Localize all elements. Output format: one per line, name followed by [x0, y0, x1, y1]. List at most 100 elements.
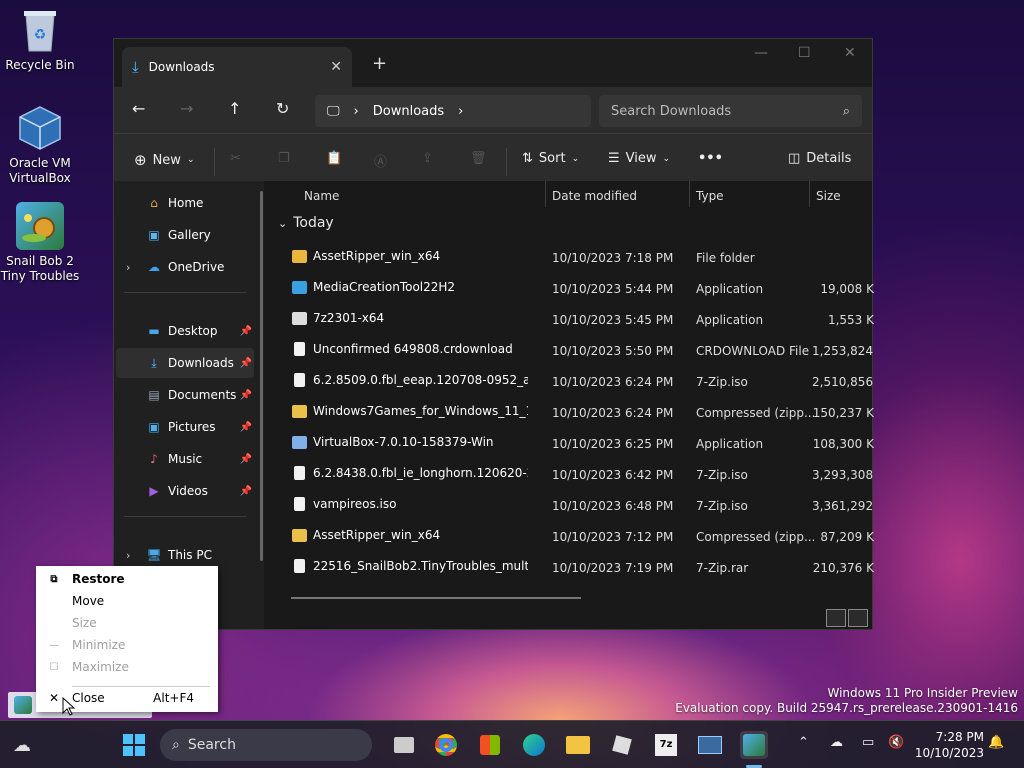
menu-item-restore[interactable]: ⧉ Restore — [36, 568, 218, 590]
desktop-icon-virtualbox[interactable]: Oracle VM VirtualBox — [0, 104, 80, 186]
edge-button[interactable] — [520, 731, 548, 759]
nav-item-documents[interactable]: ▤ Documents 📌 — [116, 380, 254, 410]
file-explorer-button[interactable] — [564, 731, 592, 759]
notification-bell-icon[interactable]: 🔔 — [988, 735, 1004, 750]
nav-item-home[interactable]: ⌂ Home — [116, 188, 254, 218]
task-view-button[interactable] — [390, 731, 418, 759]
title-bar[interactable]: ⤓ Downloads ✕ + — ☐ ✕ — [114, 39, 872, 87]
pin-icon[interactable]: 📌 — [240, 422, 252, 433]
close-tab-icon[interactable]: ✕ — [330, 59, 342, 75]
chevron-right-icon[interactable]: › — [354, 104, 359, 119]
chrome-button[interactable] — [432, 731, 460, 759]
breadcrumb-downloads[interactable]: Downloads — [373, 104, 444, 119]
nav-scrollbar[interactable] — [260, 191, 263, 561]
table-row[interactable]: 6.2.8509.0.fbl_eeap.120708-0952_armfre_c… — [272, 367, 874, 398]
menu-item-maximize[interactable]: ☐ Maximize — [36, 656, 218, 678]
menu-item-minimize[interactable]: — Minimize — [36, 634, 218, 656]
network-icon[interactable]: ▭ — [862, 735, 874, 750]
nav-item-desktop[interactable]: ▬ Desktop 📌 — [116, 316, 254, 346]
pin-icon[interactable]: 📌 — [240, 454, 252, 465]
table-row[interactable]: Windows7Games_for_Windows_11_10_8 10/10/2… — [272, 398, 874, 429]
snail-bob-taskbar-button[interactable] — [740, 731, 768, 759]
table-row[interactable]: AssetRipper_win_x64 10/10/2023 7:12 PM Com… — [272, 522, 874, 553]
pin-icon[interactable]: 📌 — [240, 326, 252, 337]
menu-label: Move — [72, 594, 105, 608]
sort-button[interactable]: ⇅ Sort ⌄ — [522, 151, 579, 166]
tiles-view-icon[interactable] — [848, 609, 868, 627]
nav-item-videos[interactable]: ▶ Videos 📌 — [116, 476, 254, 506]
file-explorer-window[interactable]: ⤓ Downloads ✕ + — ☐ ✕ ← → ↑ ↻ 🖵 › Downlo… — [113, 38, 874, 630]
table-row[interactable]: 6.2.8438.0.fbl_ie_longhorn.120620-2000_a… — [272, 460, 874, 491]
clock[interactable]: 7:28 PM 10/10/2023 — [915, 729, 984, 761]
nav-item-pictures[interactable]: ▣ Pictures 📌 — [116, 412, 254, 442]
paste-button[interactable]: 📋 — [326, 151, 342, 166]
breadcrumb[interactable]: 🖵 › Downloads › — [315, 95, 591, 127]
desktop-icon-recycle-bin[interactable]: ♻ Recycle Bin — [0, 6, 80, 73]
menu-item-size[interactable]: Size — [36, 612, 218, 634]
start-button[interactable] — [120, 731, 148, 759]
column-header-name[interactable]: Name — [304, 181, 339, 211]
table-row[interactable]: AssetRipper_win_x64 10/10/2023 7:18 PM Fil… — [272, 243, 872, 274]
pin-icon[interactable]: 📌 — [240, 358, 252, 369]
up-button[interactable]: ↑ — [228, 99, 241, 118]
nav-item-music[interactable]: ♪ Music 📌 — [116, 444, 254, 474]
pin-icon[interactable]: 📌 — [240, 390, 252, 401]
forward-button[interactable]: → — [180, 99, 193, 118]
column-header-size[interactable]: Size — [816, 181, 841, 211]
table-row[interactable]: 7z2301-x64 10/10/2023 5:45 PM Application 1… — [272, 305, 874, 336]
back-button[interactable]: ← — [132, 99, 145, 118]
table-row[interactable]: vampireos.iso 10/10/2023 6:48 PM 7-Zip.iso… — [272, 491, 874, 522]
search-input[interactable]: Search Downloads ⌕ — [599, 95, 862, 127]
file-date: 10/10/2023 5:44 PM — [552, 282, 674, 296]
file-list[interactable]: Name Date modified Type Size ⌄ Today Ass… — [272, 181, 874, 629]
table-row[interactable]: Unconfirmed 649808.crdownload 10/10/2023 … — [272, 336, 874, 367]
menu-item-move[interactable]: Move — [36, 590, 218, 612]
column-header-type[interactable]: Type — [696, 181, 724, 211]
sevenzip-button[interactable]: 7z — [652, 731, 680, 759]
navigation-pane[interactable]: ⌂ Home ▣ Gallery › ☁ OneDrive ▬ Desktop … — [114, 181, 264, 629]
nav-item-downloads[interactable]: ⤓ Downloads 📌 — [116, 348, 254, 378]
taskbar-search[interactable]: ⌕ Search — [160, 729, 372, 761]
nav-item-onedrive[interactable]: › ☁ OneDrive — [116, 252, 254, 282]
view-button[interactable]: ☰ View ⌄ — [608, 151, 670, 166]
weather-widget[interactable]: ☁ — [8, 731, 36, 759]
delete-button[interactable]: 🗑 — [470, 151, 487, 166]
details-view-icon[interactable] — [826, 609, 846, 627]
new-tab-button[interactable]: + — [372, 53, 387, 74]
group-header-today[interactable]: ⌄ Today — [278, 215, 334, 231]
copy-button[interactable]: ❐ — [278, 151, 290, 166]
show-hidden-icons-button[interactable]: ⌃ — [798, 735, 809, 750]
store-button[interactable] — [476, 731, 504, 759]
search-placeholder: Search Downloads — [611, 103, 732, 119]
column-divider[interactable] — [689, 181, 690, 207]
column-divider[interactable] — [809, 181, 810, 207]
desktop-icon-snail-bob[interactable]: Snail Bob 2 Tiny Troubles — [0, 202, 80, 284]
chevron-right-icon[interactable]: › — [458, 104, 463, 119]
chevron-right-icon[interactable]: › — [126, 549, 130, 562]
table-row[interactable]: 22516_SnailBob2.TinyTroubles_multi.rar 10… — [272, 553, 874, 584]
more-options-button[interactable]: ••• — [698, 151, 723, 166]
column-divider[interactable] — [545, 181, 546, 207]
nav-item-gallery[interactable]: ▣ Gallery — [116, 220, 254, 250]
share-button[interactable]: ⇪ — [422, 151, 433, 166]
roblox-button[interactable] — [608, 731, 636, 759]
tab-downloads[interactable]: ⤓ Downloads ✕ — [122, 47, 352, 87]
minimize-button[interactable]: — — [754, 45, 768, 61]
cloud-status-icon[interactable]: ☁ — [830, 735, 843, 750]
file-type: Application — [696, 437, 764, 451]
column-header-date[interactable]: Date modified — [552, 181, 637, 211]
cut-button[interactable]: ✂ — [230, 151, 241, 166]
rename-button[interactable]: Ⓐ — [374, 151, 387, 170]
pin-icon[interactable]: 📌 — [240, 486, 252, 497]
details-button[interactable]: ◫ Details — [788, 151, 851, 166]
resource-monitor-button[interactable] — [696, 731, 724, 759]
close-window-button[interactable]: ✕ — [844, 45, 856, 61]
new-button[interactable]: ⊕ New ⌄ — [134, 151, 194, 169]
chevron-right-icon[interactable]: › — [126, 261, 130, 274]
refresh-button[interactable]: ↻ — [276, 99, 289, 118]
horizontal-scrollbar[interactable] — [291, 597, 581, 599]
volume-muted-icon[interactable]: 🔇 — [888, 735, 904, 750]
maximize-button[interactable]: ☐ — [798, 45, 811, 61]
table-row[interactable]: MediaCreationTool22H2 10/10/2023 5:44 PM A… — [272, 274, 874, 305]
table-row[interactable]: VirtualBox-7.0.10-158379-Win 10/10/2023 6… — [272, 429, 874, 460]
